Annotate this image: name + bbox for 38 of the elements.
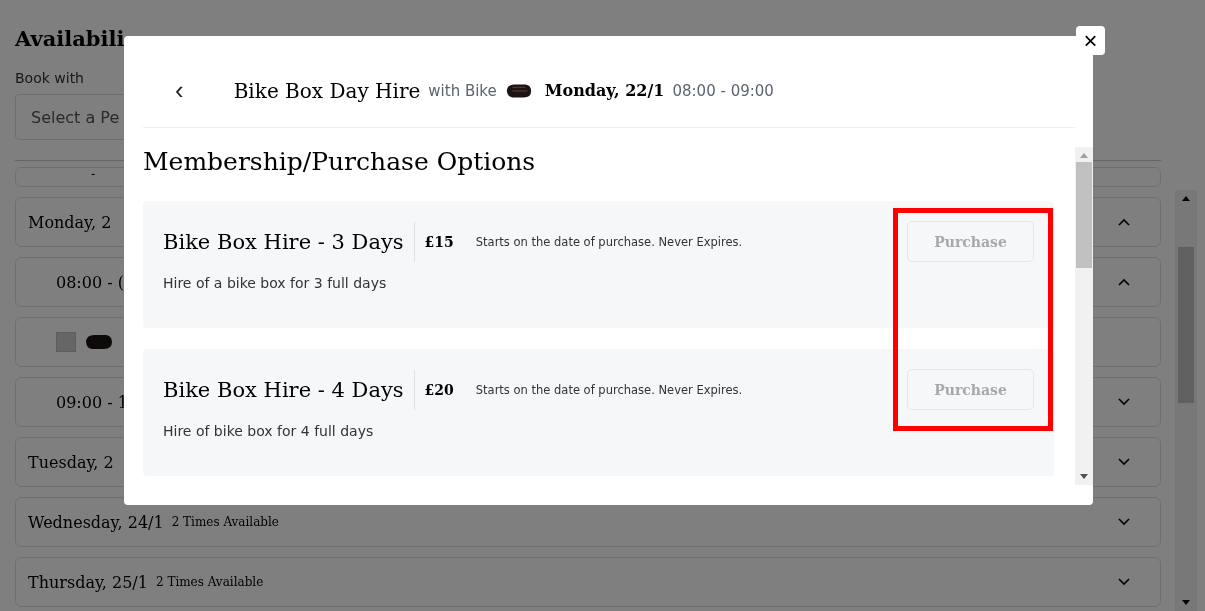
option-price: £15	[424, 233, 454, 250]
option-price: £20	[424, 381, 454, 398]
back-button[interactable]: ‹	[169, 75, 190, 106]
bag-icon	[504, 81, 533, 100]
resource-label: with Bike	[428, 81, 497, 100]
scroll-thumb[interactable]	[1178, 247, 1194, 403]
option-name: Bike Box Hire - 3 Days	[163, 221, 415, 262]
booking-date: Monday, 22/1	[544, 81, 665, 100]
scrollbar[interactable]	[1175, 190, 1197, 611]
scroll-down-icon[interactable]	[1080, 474, 1088, 479]
option-terms: Starts on the date of purchase. Never Expires.	[475, 382, 743, 397]
option-description: Hire of a bike box for 3 full days	[163, 275, 388, 291]
field-label: Book with	[15, 70, 85, 86]
row-label: Tuesday, 2	[28, 452, 114, 472]
close-button[interactable]: ×	[1076, 26, 1105, 55]
row-label: Monday, 2	[28, 212, 112, 232]
page-heading: Availabili	[15, 26, 125, 53]
row-label: 09:00 - 1	[56, 392, 128, 412]
option-description: Hire of bike box for 4 full days	[163, 423, 375, 439]
scrollbar[interactable]	[1075, 147, 1093, 485]
section-heading: Membership/Purchase Options	[143, 147, 537, 178]
scroll-down-icon[interactable]	[1182, 600, 1190, 605]
row-label: Thursday, 25/1	[28, 572, 148, 592]
scroll-up-icon[interactable]	[1182, 196, 1190, 201]
scroll-up-icon[interactable]	[1080, 153, 1088, 158]
row-label: Wednesday, 24/1	[28, 512, 164, 532]
row-label: -	[91, 168, 96, 180]
availability-count: 2 Times Available	[155, 575, 264, 589]
scroll-thumb[interactable]	[1076, 162, 1092, 268]
checkbox[interactable]	[56, 332, 76, 352]
dialog-title: Bike Box Day Hire	[233, 78, 421, 103]
accordion-row[interactable]: Thursday, 25/1 2 Times Available	[15, 557, 1161, 607]
option-name: Bike Box Hire - 4 Days	[163, 369, 415, 410]
bag-icon	[84, 333, 114, 351]
option-terms: Starts on the date of purchase. Never Expires.	[475, 234, 743, 249]
row-label: 08:00 - (	[56, 272, 124, 292]
booking-time: 08:00 - 09:00	[672, 81, 774, 100]
availability-count: 2 Times Available	[171, 515, 279, 529]
